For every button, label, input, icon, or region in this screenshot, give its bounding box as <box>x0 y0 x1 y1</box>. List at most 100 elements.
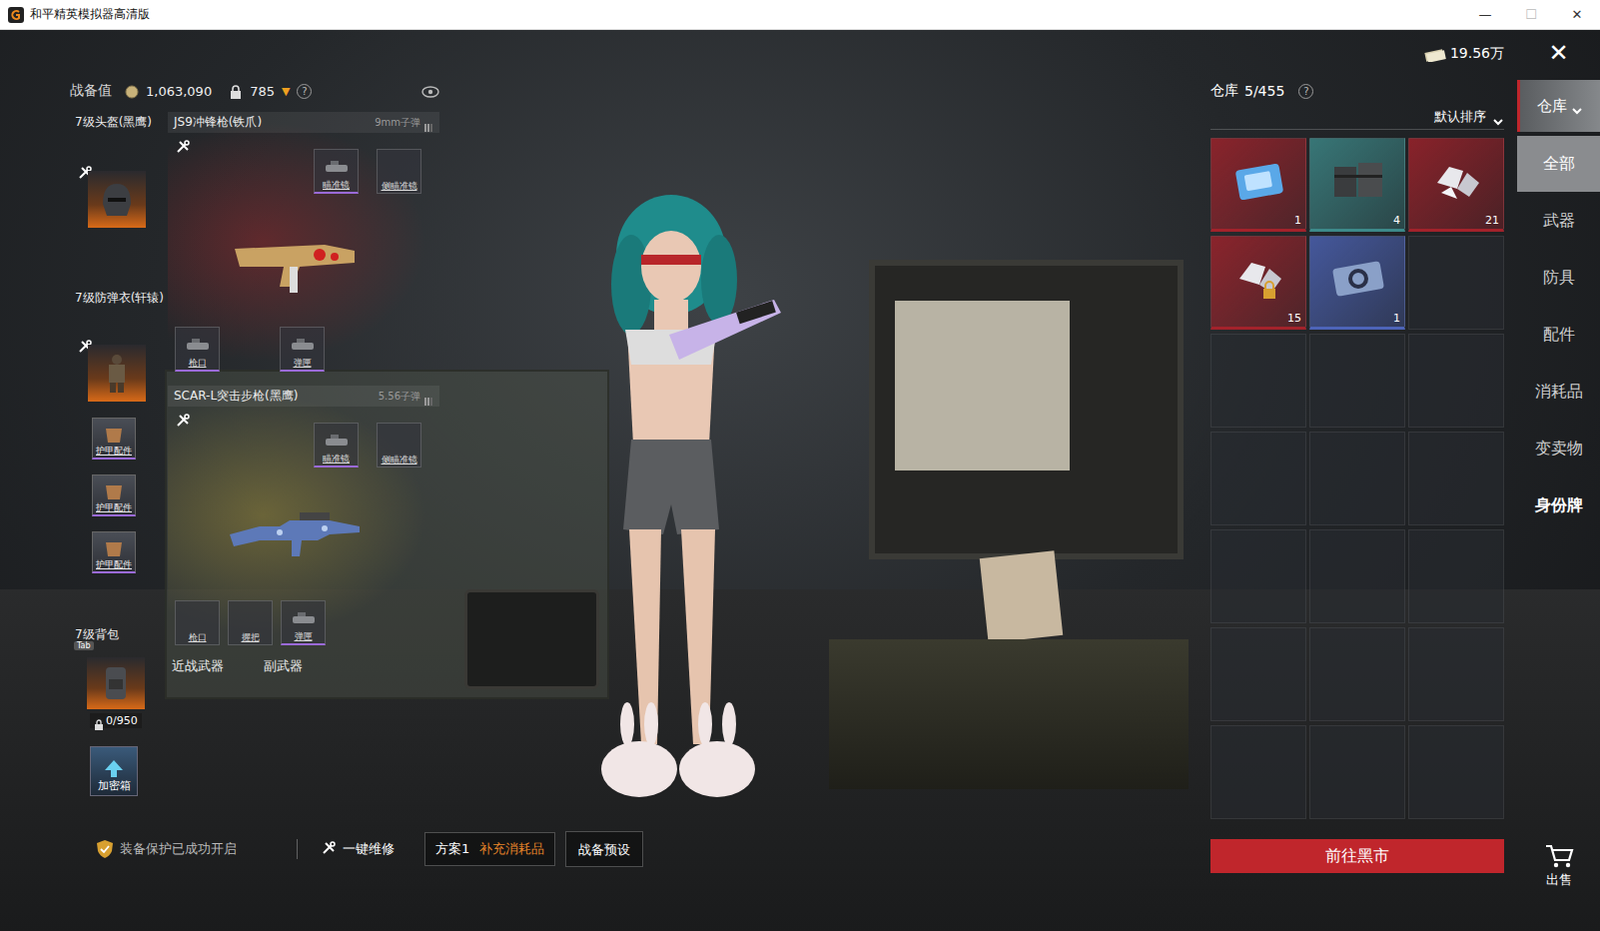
loadout-header: 战备值1,063,090785▼? <box>69 77 440 104</box>
backpack-slot[interactable] <box>86 657 145 710</box>
safe-box-slot[interactable]: 加密箱 <box>89 746 138 797</box>
presets-button[interactable]: 战备预设 <box>565 830 644 867</box>
sell-label[interactable]: 出售 <box>1546 870 1573 889</box>
attachment-slot[interactable]: 枪口 <box>174 326 220 372</box>
scene-tv <box>464 589 600 690</box>
top-slots: 瞄准镜 侧瞄准镜 <box>313 422 422 468</box>
window-control-glyph[interactable]: — <box>1479 6 1493 22</box>
warehouse-count: 5/455 <box>1244 82 1285 99</box>
gear-slot[interactable] <box>87 170 146 228</box>
weapon-name[interactable]: SCAR-L突击步枪(黑鹰) <box>173 387 298 405</box>
warehouse-title: 仓库 <box>1210 81 1239 100</box>
warehouse-panel: 19.56万仓库5/455?默认排序1421151前往黑市 <box>1210 29 1505 931</box>
extra-slot[interactable]: 近战武器 <box>171 657 224 676</box>
window-control[interactable]: — <box>1462 0 1509 30</box>
window-control-glyph[interactable]: ✕ <box>1572 6 1584 22</box>
weapon-column: JS9冲锋枪(铁爪)9mm子弹瞄准镜侧瞄准镜枪口弹匣SCAR-L突击步枪(黑鹰)… <box>167 103 440 797</box>
attachment-slot-label: 瞄准镜 <box>322 452 350 466</box>
category-label[interactable]: 消耗品 <box>1535 381 1584 403</box>
empty-slot <box>1210 529 1307 624</box>
item-count: 4 <box>1393 213 1401 227</box>
sort-dropdown[interactable]: 默认排序 <box>1210 107 1505 130</box>
weapon-header[interactable]: SCAR-L突击步枪(黑鹰)5.56子弹 <box>167 385 440 407</box>
warehouse-item[interactable]: 21 <box>1408 137 1505 232</box>
attachment-icon <box>288 334 317 357</box>
close-button[interactable]: ✕ <box>1517 39 1600 66</box>
repair-label[interactable]: 一键维修 <box>342 839 395 858</box>
market-button[interactable]: 前往黑市 <box>1210 838 1505 873</box>
extra-slot-label[interactable]: 近战武器 <box>171 657 224 676</box>
category-label[interactable]: 武器 <box>1543 210 1576 232</box>
sort-label[interactable]: 默认排序 <box>1434 107 1487 126</box>
category-item[interactable]: 身份牌 <box>1517 477 1600 534</box>
plan-button[interactable]: 方案1 补充消耗品 <box>424 831 556 866</box>
gear-row <box>69 344 146 402</box>
warehouse-item[interactable]: 4 <box>1309 137 1406 232</box>
close-glyph[interactable]: ✕ <box>1548 39 1569 66</box>
warehouse-tab[interactable]: 仓库 <box>1517 79 1600 132</box>
category-label[interactable]: 变卖物 <box>1535 438 1584 460</box>
chevron-down-icon <box>1492 111 1505 122</box>
item-ticket-icon <box>1229 152 1290 209</box>
armor-part-slot[interactable]: 护甲配件 <box>91 474 136 517</box>
warehouse-tab-label[interactable]: 仓库 <box>1537 96 1568 116</box>
armor-part-slot[interactable]: 护甲配件 <box>91 417 136 460</box>
attachment-slot[interactable]: 枪口 <box>174 600 220 646</box>
window-control-glyph: ☐ <box>1525 6 1538 22</box>
backpack-label-row: 7级背包Tab <box>69 623 119 644</box>
item-crate-icon <box>1328 152 1389 209</box>
weapon-image[interactable] <box>229 500 440 571</box>
attachment-slot[interactable]: 侧瞄准镜 <box>376 422 422 468</box>
empty-slot <box>1309 529 1406 624</box>
category-label[interactable]: 配件 <box>1543 324 1576 346</box>
repair-button[interactable]: 一键维修 <box>321 839 395 858</box>
category-item[interactable]: 消耗品 <box>1517 363 1600 420</box>
category-item[interactable]: 变卖物 <box>1517 420 1600 477</box>
weapon-image[interactable] <box>229 226 440 297</box>
category-label[interactable]: 防具 <box>1543 267 1576 289</box>
locked-arrow[interactable]: ▼ <box>281 84 290 98</box>
attachment-slot[interactable]: 侧瞄准镜 <box>376 148 422 194</box>
empty-slot <box>1309 333 1406 428</box>
category-label[interactable]: 全部 <box>1543 153 1576 175</box>
loadout-body: 7级头盔(黑鹰)7级防弹衣(轩辕)护甲配件护甲配件护甲配件7级背包Tab0/95… <box>69 103 440 797</box>
extra-slot-label[interactable]: 副武器 <box>263 657 303 676</box>
attachment-slot[interactable]: 握把 <box>227 600 273 646</box>
attachment-slot[interactable]: 弹匣 <box>280 600 326 646</box>
attachment-slot[interactable]: 瞄准镜 <box>313 148 359 194</box>
top-slots: 瞄准镜侧瞄准镜 <box>313 148 422 194</box>
category-item[interactable]: 配件 <box>1517 306 1600 363</box>
help-button[interactable]: ? <box>296 83 312 99</box>
window-control[interactable]: ✕ <box>1554 0 1600 30</box>
market-button-label[interactable]: 前往黑市 <box>1325 845 1390 867</box>
attachment-icon <box>183 334 212 357</box>
plan-label[interactable]: 方案1 <box>435 839 470 858</box>
attachment-slot[interactable]: 瞄准镜 <box>313 422 359 468</box>
weapon-name[interactable]: JS9冲锋枪(铁爪) <box>173 113 262 131</box>
attachment-slot-label: 弹匣 <box>293 356 312 370</box>
restock-label[interactable]: 补充消耗品 <box>479 839 545 858</box>
category-label[interactable]: 身份牌 <box>1535 495 1584 517</box>
extra-slot[interactable]: 副武器 <box>263 657 303 676</box>
presets-label[interactable]: 战备预设 <box>578 841 631 857</box>
scene-map-board <box>868 259 1184 560</box>
armor-plate-icon <box>102 426 125 445</box>
category-item[interactable]: 武器 <box>1517 192 1600 249</box>
attachment-icon <box>322 156 351 179</box>
weapon-top-row: 瞄准镜 侧瞄准镜 <box>167 422 440 468</box>
warehouse-item[interactable]: 15 <box>1210 235 1307 330</box>
armor-part-slot[interactable]: 护甲配件 <box>91 531 136 574</box>
armor-part-label: 护甲配件 <box>95 558 132 572</box>
gear-slot[interactable] <box>87 344 146 402</box>
warehouse-item[interactable]: 1 <box>1309 235 1406 330</box>
sell-button[interactable]: 出售 <box>1517 842 1600 889</box>
attachment-slot[interactable]: 弹匣 <box>279 326 325 372</box>
warehouse-help[interactable]: ? <box>1298 83 1314 99</box>
scene-note <box>979 550 1063 643</box>
warehouse-item[interactable]: 1 <box>1210 137 1307 232</box>
category-item[interactable]: 全部 <box>1517 135 1600 192</box>
item-count: 1 <box>1393 311 1401 325</box>
weapon-header[interactable]: JS9冲锋枪(铁爪)9mm子弹 <box>167 111 440 133</box>
gear-label: 7级防弹衣(轩辕) <box>69 287 164 309</box>
category-item[interactable]: 防具 <box>1517 249 1600 306</box>
